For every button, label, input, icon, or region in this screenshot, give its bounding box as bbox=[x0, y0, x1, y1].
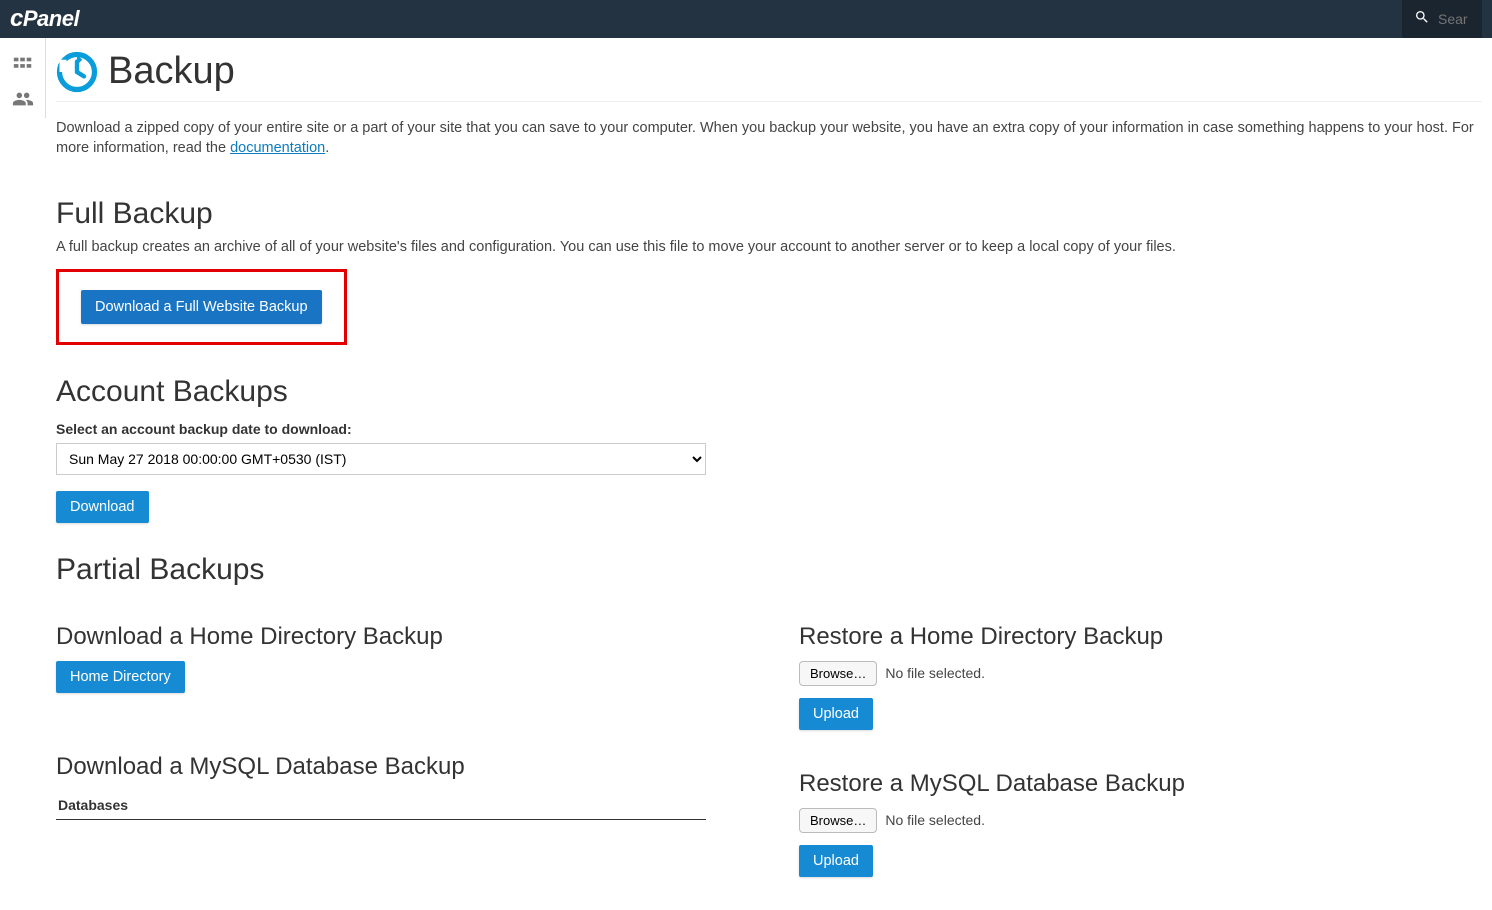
intro-part2: . bbox=[325, 140, 329, 156]
account-backup-select[interactable]: Sun May 27 2018 00:00:00 GMT+0530 (IST) bbox=[56, 443, 706, 475]
backup-icon bbox=[56, 51, 98, 93]
restore-home-nofile: No file selected. bbox=[885, 665, 985, 681]
account-backups-heading: Account Backups bbox=[56, 375, 1482, 409]
sidebar-users[interactable] bbox=[0, 84, 46, 118]
users-icon bbox=[12, 88, 34, 115]
highlight-box: Download a Full Website Backup bbox=[56, 269, 347, 345]
restore-mysql-heading: Restore a MySQL Database Backup bbox=[799, 770, 1482, 798]
databases-table-header: Databases bbox=[56, 791, 706, 820]
documentation-link[interactable]: documentation bbox=[230, 140, 325, 156]
download-home-heading: Download a Home Directory Backup bbox=[56, 623, 739, 651]
restore-home-heading: Restore a Home Directory Backup bbox=[799, 623, 1482, 651]
header-bar: cPanel bbox=[0, 0, 1492, 38]
restore-mysql-nofile: No file selected. bbox=[885, 812, 985, 828]
main-content: Backup Download a zipped copy of your en… bbox=[56, 38, 1492, 907]
download-mysql-heading: Download a MySQL Database Backup bbox=[56, 753, 739, 781]
search-input[interactable] bbox=[1430, 11, 1470, 27]
grid-icon bbox=[12, 54, 34, 81]
full-backup-desc: A full backup creates an archive of all … bbox=[56, 237, 1482, 257]
download-account-backup-button[interactable]: Download bbox=[56, 491, 149, 523]
header-search[interactable] bbox=[1402, 0, 1482, 38]
home-directory-button[interactable]: Home Directory bbox=[56, 661, 185, 693]
search-icon bbox=[1414, 9, 1430, 30]
download-full-backup-button[interactable]: Download a Full Website Backup bbox=[81, 290, 322, 324]
account-backup-label: Select an account backup date to downloa… bbox=[56, 421, 1482, 437]
upload-home-button[interactable]: Upload bbox=[799, 698, 873, 730]
partial-backups-heading: Partial Backups bbox=[56, 553, 1482, 587]
full-backup-heading: Full Backup bbox=[56, 197, 1482, 231]
sidebar-apps[interactable] bbox=[0, 50, 46, 84]
intro-text: Download a zipped copy of your entire si… bbox=[56, 102, 1482, 167]
upload-mysql-button[interactable]: Upload bbox=[799, 845, 873, 877]
page-title: Backup bbox=[108, 50, 235, 93]
browse-mysql-button[interactable]: Browse… bbox=[799, 808, 877, 833]
browse-home-button[interactable]: Browse… bbox=[799, 661, 877, 686]
page-header: Backup bbox=[56, 44, 1482, 102]
sidebar bbox=[0, 38, 46, 118]
cpanel-logo[interactable]: cPanel bbox=[10, 5, 79, 33]
